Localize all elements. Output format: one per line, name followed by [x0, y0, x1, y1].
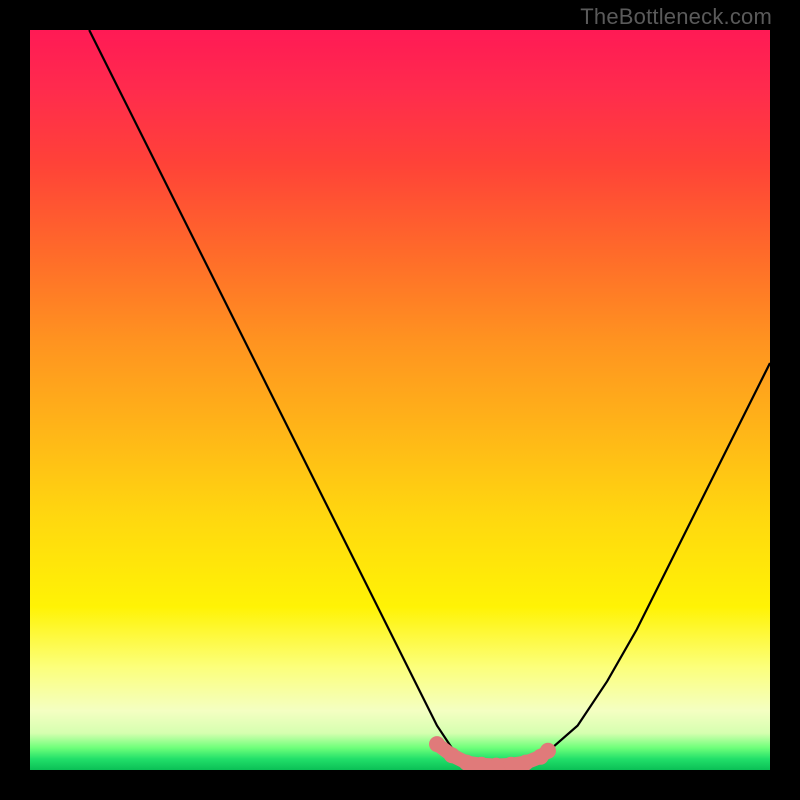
bottleneck-curve [89, 30, 770, 766]
curve-layer [30, 30, 770, 770]
highlight-dot [540, 743, 556, 759]
watermark-text: TheBottleneck.com [580, 4, 772, 30]
chart-frame: TheBottleneck.com [0, 0, 800, 800]
plot-area [30, 30, 770, 770]
